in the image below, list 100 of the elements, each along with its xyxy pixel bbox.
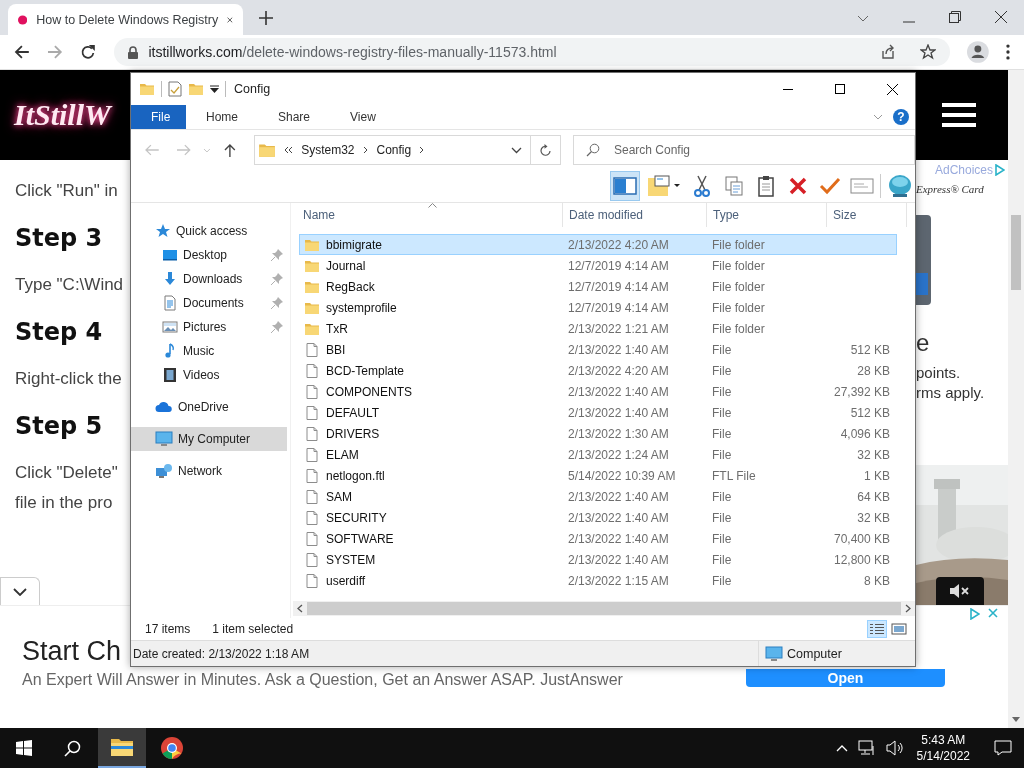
up-icon[interactable] xyxy=(224,143,237,157)
column-header[interactable]: Type xyxy=(707,203,827,227)
properties-icon[interactable] xyxy=(168,81,182,97)
nav-item[interactable]: Downloads xyxy=(131,267,287,291)
file-icon xyxy=(304,572,320,589)
nav-item[interactable]: Desktop xyxy=(131,243,287,267)
chevron-right-icon[interactable] xyxy=(419,146,426,154)
file-row[interactable]: SAM 2/13/2022 1:40 AM File 64 KB xyxy=(299,486,897,507)
file-date: 2/13/2022 4:20 AM xyxy=(568,363,669,378)
mute-button[interactable] xyxy=(936,577,984,605)
view-button[interactable] xyxy=(889,620,909,638)
file-row[interactable]: Journal 12/7/2019 4:14 AM File folder xyxy=(299,255,897,276)
scroll-down-icon[interactable] xyxy=(1012,717,1020,722)
scrollbar-thumb[interactable] xyxy=(1011,215,1021,290)
taskbar-app[interactable] xyxy=(98,728,146,768)
reload-icon[interactable] xyxy=(79,44,96,60)
menu-icon[interactable] xyxy=(1006,44,1010,60)
file-row[interactable]: RegBack 12/7/2019 4:14 AM File folder xyxy=(299,276,897,297)
menu-icon[interactable] xyxy=(942,103,976,127)
file-name: systemprofile xyxy=(326,300,397,315)
scroll-right-icon[interactable] xyxy=(905,604,911,613)
nav-item[interactable]: Quick access xyxy=(131,219,287,243)
file-type: File folder xyxy=(712,321,765,336)
clock[interactable]: 5:43 AM 5/14/2022 xyxy=(916,732,970,764)
file-size: 12,800 KB xyxy=(833,552,890,567)
network-icon[interactable] xyxy=(857,740,876,756)
double-chevron-icon[interactable] xyxy=(284,146,294,154)
ribbon-tab[interactable]: File xyxy=(131,105,186,129)
refresh-button[interactable] xyxy=(531,135,561,165)
nav-item[interactable]: OneDrive xyxy=(131,395,287,419)
notification-icon[interactable] xyxy=(994,740,1012,756)
file-row[interactable]: systemprofile 12/7/2019 4:14 AM File folder xyxy=(299,297,897,318)
file-row[interactable]: TxR 2/13/2022 1:21 AM File folder xyxy=(299,318,897,339)
close-icon[interactable] xyxy=(995,11,1007,23)
search-icon xyxy=(63,739,81,757)
restore-icon[interactable] xyxy=(949,11,961,23)
nav-item[interactable]: Network xyxy=(131,459,287,483)
file-icon xyxy=(304,362,320,379)
nav-item[interactable]: My Computer xyxy=(131,427,287,451)
breadcrumb-item[interactable]: Config xyxy=(376,143,412,157)
file-row[interactable]: SYSTEM 2/13/2022 1:40 AM File 12,800 KB xyxy=(299,549,897,570)
star-icon[interactable] xyxy=(920,44,937,60)
column-header[interactable]: Date modified xyxy=(563,203,707,227)
column-header[interactable]: Size xyxy=(827,203,907,227)
scrollbar-thumb[interactable] xyxy=(307,602,901,615)
file-row[interactable]: bbimigrate 2/13/2022 4:20 AM File folder xyxy=(299,234,897,255)
file-row[interactable]: DEFAULT 2/13/2022 1:40 AM File 512 KB xyxy=(299,402,897,423)
ad-text: points. rms apply. xyxy=(916,363,986,403)
file-row[interactable]: COMPONENTS 2/13/2022 1:40 AM File 27,392 KB xyxy=(299,381,897,402)
ribbon-tab[interactable]: Share xyxy=(258,105,331,129)
dropdown-icon[interactable] xyxy=(210,85,219,93)
ribbon-tab[interactable]: View xyxy=(330,105,396,129)
nav-item[interactable]: Videos xyxy=(131,363,287,387)
browser-tab[interactable]: How to Delete Windows Registry xyxy=(8,4,243,35)
ribbon-tab[interactable]: Home xyxy=(186,105,258,129)
file-size: 32 KB xyxy=(857,510,890,525)
file-row[interactable]: SECURITY 2/13/2022 1:40 AM File 32 KB xyxy=(299,507,897,528)
new-tab-icon[interactable] xyxy=(259,11,273,25)
file-row[interactable]: userdiff 2/13/2022 1:15 AM File 8 KB xyxy=(299,570,897,591)
file-row[interactable]: DRIVERS 2/13/2022 1:30 AM File 4,096 KB xyxy=(299,423,897,444)
volume-icon[interactable] xyxy=(885,740,904,756)
address-field[interactable]: System32 Config xyxy=(254,135,532,165)
chevron-right-icon[interactable] xyxy=(362,146,369,154)
file-name: Journal xyxy=(326,258,366,273)
profile-icon[interactable] xyxy=(967,41,990,63)
file-row[interactable]: BCD-Template 2/13/2022 4:20 AM File 28 KB xyxy=(299,360,897,381)
close-icon[interactable] xyxy=(227,14,233,25)
chevron-down-icon[interactable] xyxy=(857,15,869,23)
file-icon xyxy=(304,446,320,463)
clipboard-icon xyxy=(756,175,776,197)
site-logo[interactable]: ItStillW xyxy=(14,98,111,132)
file-row[interactable]: ELAM 2/13/2022 1:24 AM File 32 KB xyxy=(299,444,897,465)
column-header[interactable]: Name xyxy=(297,203,563,227)
nav-item[interactable]: Pictures xyxy=(131,315,287,339)
help-button[interactable]: ? xyxy=(893,109,909,125)
file-size: 27,392 KB xyxy=(833,384,890,399)
file-size: 512 KB xyxy=(850,342,890,357)
ad-headline: e xyxy=(916,329,931,357)
ad-title[interactable]: Start Ch xyxy=(22,636,122,667)
scrollbar[interactable] xyxy=(1008,70,1024,728)
view-button[interactable] xyxy=(867,620,887,638)
search-field[interactable]: Search Config xyxy=(573,135,915,165)
scroll-left-icon[interactable] xyxy=(297,604,303,613)
step-text: Click "Run" in xyxy=(15,180,118,202)
file-type: File folder xyxy=(712,258,765,273)
toolbar-button[interactable] xyxy=(610,171,640,201)
file-row[interactable]: netlogon.ftl 5/14/2022 10:39 AM FTL File 1 KB xyxy=(299,465,897,486)
back-icon[interactable] xyxy=(14,44,30,60)
share-icon[interactable] xyxy=(880,44,897,60)
selection-count: 1 item selected xyxy=(212,622,294,636)
breadcrumb-item[interactable]: System32 xyxy=(301,143,355,157)
nav-item[interactable]: Music xyxy=(131,339,287,363)
nav-item[interactable]: Documents xyxy=(131,291,287,315)
checkmark-icon xyxy=(819,176,841,196)
address-bar[interactable]: itstillworks.com/delete-windows-registry-files-manually-11573.html xyxy=(114,38,951,66)
collapse-tab[interactable] xyxy=(0,577,40,605)
chevron-up-icon[interactable] xyxy=(835,744,848,752)
file-row[interactable]: SOFTWARE 2/13/2022 1:40 AM File 70,400 KB xyxy=(299,528,897,549)
file-row[interactable]: BBI 2/13/2022 1:40 AM File 512 KB xyxy=(299,339,897,360)
chevron-down-icon[interactable] xyxy=(511,146,523,154)
